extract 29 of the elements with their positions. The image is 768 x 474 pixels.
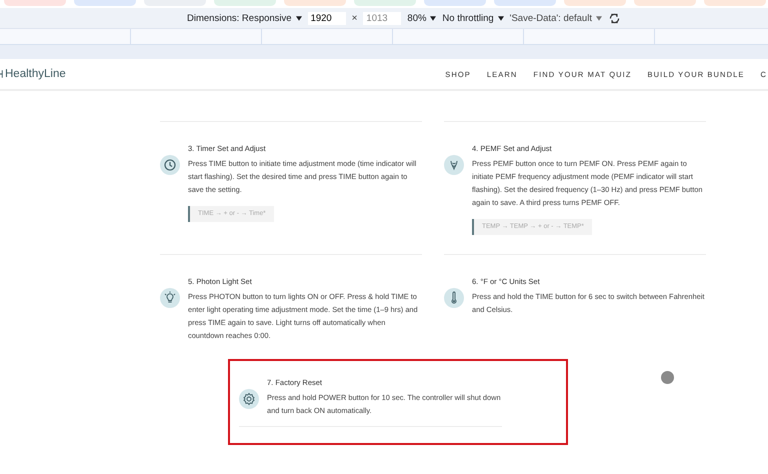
browser-tab[interactable] bbox=[494, 0, 556, 6]
caret-icon bbox=[430, 16, 436, 20]
times-sign: × bbox=[352, 12, 358, 24]
thermometer-icon bbox=[444, 288, 464, 308]
site-logo[interactable]: HealthyLine bbox=[5, 68, 66, 80]
bulb-icon bbox=[160, 288, 180, 308]
browser-tab[interactable] bbox=[564, 0, 626, 6]
browser-tab[interactable] bbox=[214, 0, 276, 6]
browser-tab[interactable] bbox=[634, 0, 696, 6]
clock-icon bbox=[160, 155, 180, 175]
width-field[interactable]: 1920 bbox=[308, 12, 346, 24]
caret-icon bbox=[498, 16, 504, 20]
throttling-dropdown[interactable]: No throttling bbox=[442, 12, 504, 24]
browser-tab[interactable] bbox=[354, 0, 416, 6]
browser-tab[interactable] bbox=[74, 0, 136, 6]
caret-icon bbox=[296, 16, 302, 20]
height-field[interactable]: 1013 bbox=[363, 12, 402, 24]
browser-tab[interactable] bbox=[4, 0, 66, 6]
dimensions-dropdown[interactable]: Dimensions: Responsive bbox=[187, 12, 302, 24]
cursor-dot bbox=[661, 371, 674, 384]
coil-icon bbox=[444, 155, 464, 175]
zoom-dropdown[interactable]: 80% bbox=[407, 12, 436, 24]
rotate-icon[interactable] bbox=[608, 12, 621, 24]
gear-icon bbox=[239, 389, 259, 409]
browser-tab[interactable] bbox=[704, 0, 766, 6]
browser-tab[interactable] bbox=[424, 0, 486, 6]
browser-tab[interactable] bbox=[284, 0, 346, 6]
caret-icon bbox=[596, 16, 602, 20]
save-data-dropdown[interactable]: 'Save-Data': default bbox=[510, 12, 602, 24]
